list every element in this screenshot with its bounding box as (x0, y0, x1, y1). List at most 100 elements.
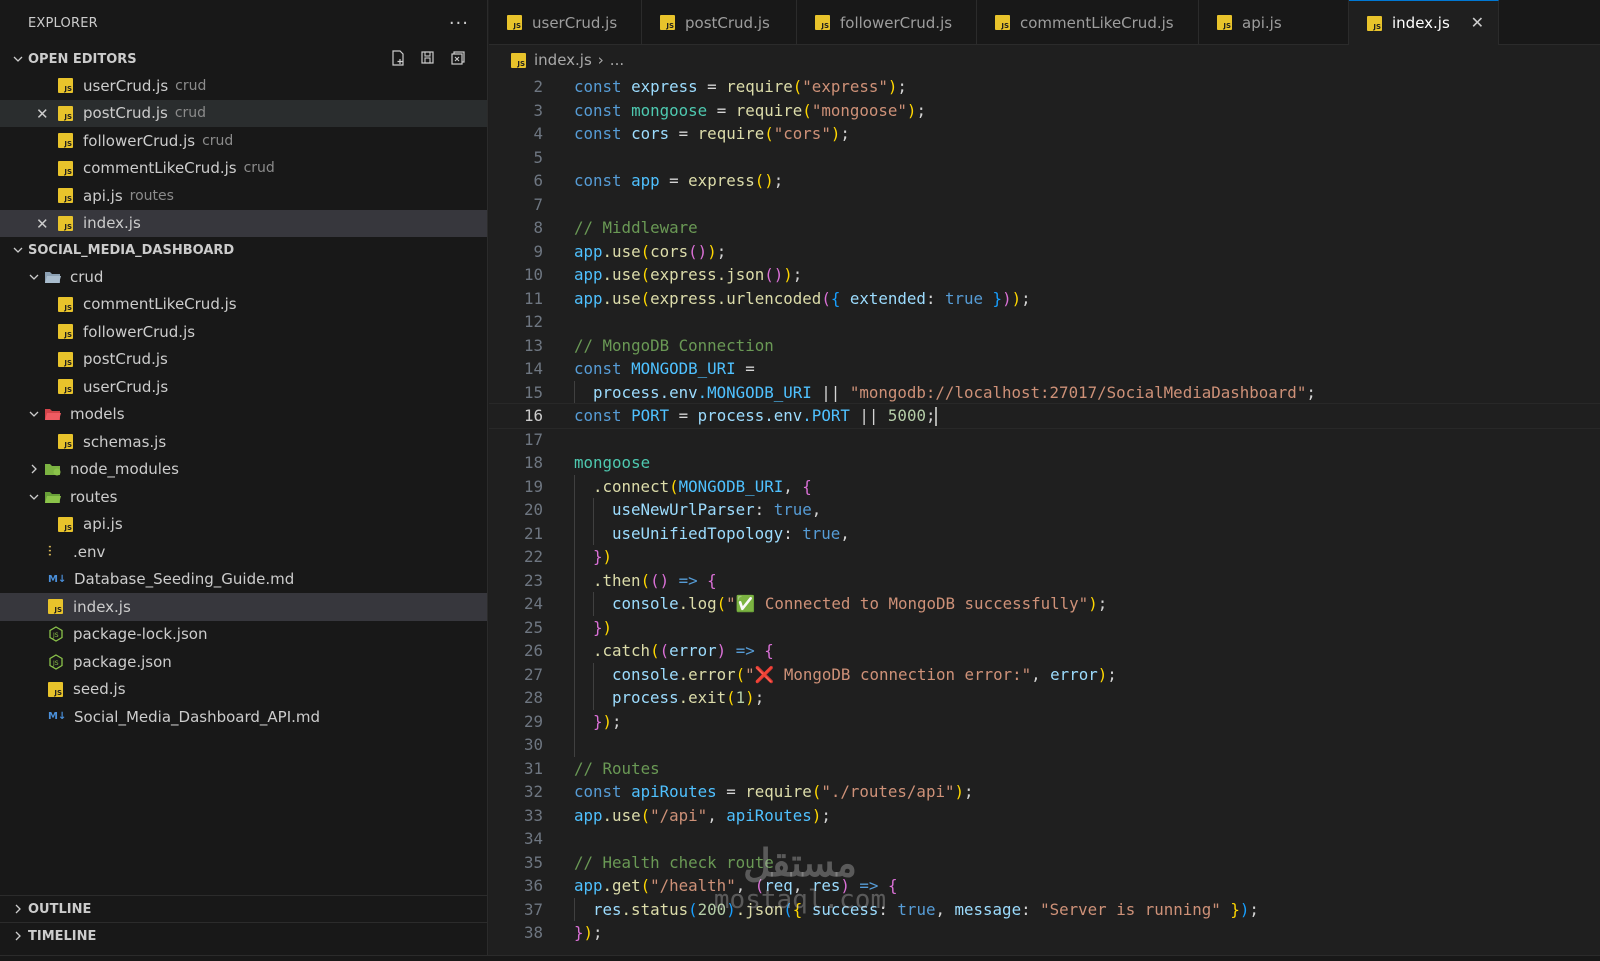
open-editor-item-active[interactable]: ✕ index.js (0, 209, 487, 237)
code-line: 12 (489, 310, 1600, 334)
node-json-icon: JS (49, 626, 63, 643)
js-file-icon (1217, 15, 1232, 30)
chevron-down-icon (24, 271, 44, 283)
line-number: 20 (523, 500, 543, 519)
tree-item-label: Social_Media_Dashboard_API.md (74, 707, 321, 726)
close-all-editors-icon[interactable] (449, 49, 467, 67)
code-line: 27 console.error("❌ MongoDB connection er… (489, 662, 1600, 686)
tree-file[interactable]: JS package.json (0, 648, 487, 676)
routes-folder-icon (45, 491, 61, 503)
tree-item-label: node_modules (70, 460, 179, 479)
tab-index-active[interactable]: index.js ✕ (1349, 0, 1499, 45)
js-file-icon (48, 599, 63, 615)
line-content: const cors = require("cors"); (574, 124, 850, 143)
tree-folder-routes[interactable]: routes (0, 483, 487, 511)
tree-file[interactable]: JS package-lock.json (0, 621, 487, 649)
js-file-icon (48, 681, 63, 697)
open-editor-item[interactable]: commentLikeCrud.js crud (0, 155, 487, 183)
tree-file-active[interactable]: index.js (0, 593, 487, 621)
tree-file[interactable]: followerCrud.js (0, 318, 487, 346)
open-editors-actions (389, 49, 467, 67)
tree-file[interactable]: ⫶ .env (0, 538, 487, 566)
open-editors-header[interactable]: OPEN EDITORS (0, 46, 487, 72)
tab-commentlikecrud[interactable]: commentLikeCrud.js (977, 0, 1199, 45)
code-line: 37 res.status(200).json({ success: true, … (489, 897, 1600, 921)
line-number: 33 (523, 805, 543, 825)
tree-file[interactable]: schemas.js (0, 428, 487, 456)
line-content: console.error("❌ MongoDB connection erro… (612, 664, 1117, 684)
project-root-header[interactable]: SOCIAL_MEDIA_DASHBOARD (0, 237, 487, 263)
timeline-section-header[interactable]: TIMELINE (0, 922, 488, 949)
tree-item-label: postCrud.js (83, 350, 168, 369)
chevron-down-icon (24, 408, 44, 420)
explorer-title-bar: EXPLORER ··· (0, 0, 487, 46)
tab-postcrud[interactable]: postCrud.js (642, 0, 797, 45)
open-editor-item[interactable]: ✕ postCrud.js crud (0, 99, 487, 127)
line-content: }) (593, 547, 613, 566)
indent-guide (574, 498, 575, 522)
js-file-icon (58, 516, 73, 532)
line-number: 23 (523, 570, 543, 590)
open-editor-name: index.js (83, 214, 141, 233)
line-content: }) (593, 617, 613, 637)
outline-section-header[interactable]: OUTLINE (0, 895, 488, 922)
js-file-icon (58, 296, 73, 312)
code-line: 38}); (489, 921, 1600, 945)
code-line: 34 (489, 827, 1600, 851)
new-untitled-file-icon[interactable] (389, 49, 407, 67)
code-editor[interactable]: 2 const express = require("express"); 3 co… (489, 75, 1600, 961)
line-number: 38 (523, 923, 543, 942)
tree-file[interactable]: M↓ Social_Media_Dashboard_API.md (0, 703, 487, 731)
save-all-icon[interactable] (419, 49, 437, 67)
open-editor-item[interactable]: followerCrud.js crud (0, 127, 487, 155)
close-tab-icon[interactable]: ✕ (1471, 13, 1484, 32)
svg-text:JS: JS (52, 660, 59, 667)
tab-usercrud[interactable]: userCrud.js (489, 0, 642, 45)
tree-folder-models[interactable]: models (0, 401, 487, 429)
tree-file[interactable]: postCrud.js (0, 346, 487, 374)
tree-file[interactable]: userCrud.js (0, 373, 487, 401)
open-editor-item[interactable]: api.js routes (0, 182, 487, 210)
breadcrumb-symbol[interactable]: ... (610, 51, 624, 69)
close-editor-icon[interactable]: ✕ (36, 105, 49, 123)
more-actions-icon[interactable]: ··· (449, 13, 469, 34)
js-file-icon (58, 351, 73, 367)
explorer-sidebar: EXPLORER ··· OPEN EDITORS userCrud.js cr… (0, 0, 488, 961)
js-file-icon (58, 379, 73, 395)
tree-folder-crud[interactable]: crud (0, 263, 487, 291)
code-line: 31 // Routes (489, 757, 1600, 781)
open-editor-name: api.js (83, 186, 123, 205)
line-content: }); (593, 711, 622, 731)
code-line: 14 const MONGODB_URI = (489, 357, 1600, 381)
tree-file[interactable]: seed.js (0, 676, 487, 704)
chevron-down-icon (8, 53, 28, 65)
line-number: 37 (523, 899, 543, 919)
tree-item-label: followerCrud.js (83, 322, 196, 341)
tree-folder-node-modules[interactable]: node_modules (0, 456, 487, 484)
code-line: 17 (489, 428, 1600, 452)
tab-followercrud[interactable]: followerCrud.js (797, 0, 977, 45)
indent-guide (574, 521, 575, 545)
indent-guide (593, 498, 594, 522)
line-number: 34 (523, 829, 543, 848)
tree-file[interactable]: M↓ Database_Seeding_Guide.md (0, 566, 487, 594)
code-line: 15 process.env.MONGODB_URI || "mongodb://… (489, 380, 1600, 404)
tab-api[interactable]: api.js (1199, 0, 1349, 45)
js-file-icon (995, 15, 1010, 30)
indent-guide (574, 733, 575, 757)
editor-tab-bar: userCrud.js postCrud.js followerCrud.js … (489, 0, 1600, 45)
folder-open-icon (45, 271, 61, 283)
indent-guide (574, 686, 575, 710)
close-editor-icon[interactable]: ✕ (36, 215, 49, 233)
js-file-icon (58, 188, 73, 204)
tree-file[interactable]: commentLikeCrud.js (0, 291, 487, 319)
js-file-icon (58, 78, 73, 94)
tree-item-label: package-lock.json (73, 625, 208, 644)
tree-file[interactable]: api.js (0, 511, 487, 539)
code-line: 26 .catch((error) => { (489, 639, 1600, 663)
js-file-icon (58, 434, 73, 450)
open-editor-item[interactable]: userCrud.js crud (0, 72, 487, 100)
breadcrumb-file[interactable]: index.js (534, 51, 592, 69)
code-line: 21 useUnifiedTopology: true, (489, 521, 1600, 545)
line-content: const express = require("express"); (574, 77, 907, 96)
